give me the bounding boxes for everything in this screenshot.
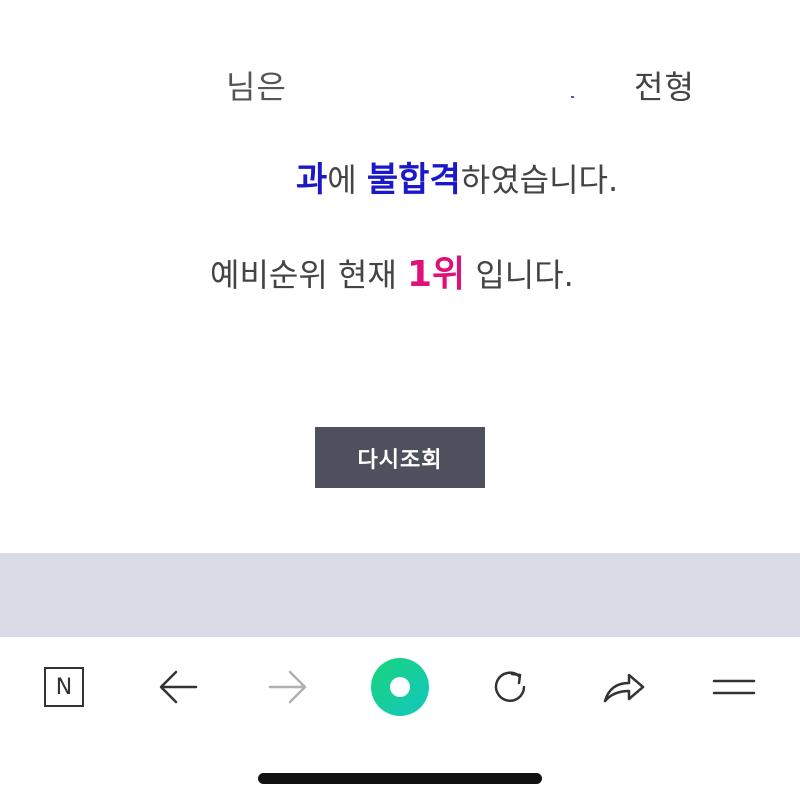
result-status-line: 과에 불합격하였습니다. bbox=[296, 152, 618, 201]
naver-home-label: N bbox=[55, 674, 73, 700]
applicant-name-suffix: 님은 bbox=[226, 68, 287, 106]
page-bottom-band bbox=[0, 553, 800, 637]
share-icon bbox=[603, 673, 645, 703]
waitlist-rank-line: 예비순위 현재 1위 입니다. bbox=[210, 245, 574, 297]
share-button[interactable] bbox=[584, 637, 664, 737]
back-button[interactable] bbox=[138, 637, 218, 737]
hamburger-menu-icon bbox=[712, 679, 756, 695]
browser-toolbar: N bbox=[0, 637, 800, 737]
status-tail-text: 하였습니다. bbox=[460, 161, 619, 199]
menu-button[interactable] bbox=[694, 637, 774, 737]
admission-type-suffix: 전형 bbox=[634, 68, 695, 106]
green-dot-menu-button[interactable] bbox=[360, 637, 440, 737]
rank-tail-text: 입니다. bbox=[465, 256, 574, 294]
home-indicator[interactable] bbox=[258, 773, 542, 784]
naver-home-button[interactable]: N bbox=[24, 637, 104, 737]
rank-value: 1위 bbox=[406, 254, 466, 295]
forward-button[interactable] bbox=[248, 637, 328, 737]
reload-button[interactable] bbox=[470, 637, 550, 737]
retry-lookup-button[interactable]: 다시조회 bbox=[315, 427, 485, 488]
particle-text: 에 bbox=[327, 161, 367, 199]
back-arrow-icon bbox=[159, 670, 198, 704]
status-fail-text: 불합격 bbox=[366, 160, 461, 200]
redaction-artifact bbox=[571, 96, 574, 98]
forward-arrow-icon bbox=[268, 670, 307, 704]
reload-icon bbox=[494, 671, 526, 702]
green-dot-menu-icon bbox=[371, 658, 429, 716]
department-suffix: 과 bbox=[296, 160, 328, 200]
result-content: 님은 전형 과에 불합격하였습니다. 예비순위 현재 1위 입니다. 다시조회 bbox=[0, 0, 800, 553]
naver-home-icon: N bbox=[44, 667, 84, 707]
rank-prefix-text: 예비순위 현재 bbox=[210, 256, 407, 294]
